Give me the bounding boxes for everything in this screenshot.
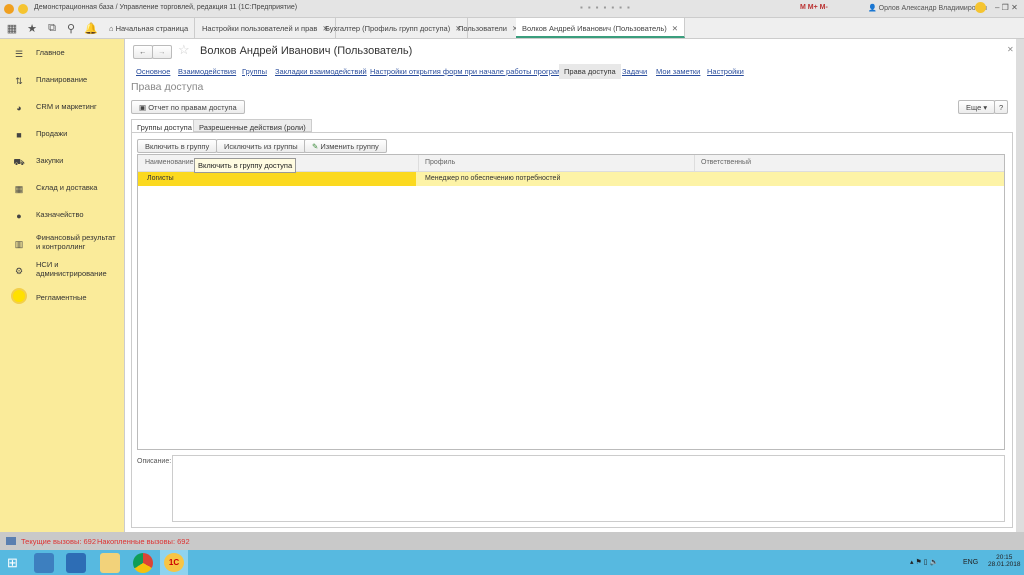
warehouse-icon: ▦: [14, 184, 24, 194]
link-notes[interactable]: Мои заметки: [656, 67, 700, 76]
menu-icon: ☰: [14, 49, 24, 59]
tab-user-settings[interactable]: Настройки пользователей и прав ✕: [196, 18, 336, 38]
taskbar-1c-active[interactable]: 1С: [160, 550, 188, 575]
link-form-settings[interactable]: Настройки открытия форм при начале работ…: [370, 67, 573, 76]
tab-access-groups[interactable]: Группы доступа: [131, 119, 198, 133]
help-button[interactable]: ?: [994, 100, 1009, 114]
edit-group-button[interactable]: ✎ Изменить группу: [304, 139, 387, 153]
memory-buttons[interactable]: M M+ M-: [800, 4, 828, 11]
sun-icon: [11, 288, 27, 304]
sidebar-item-scheduled[interactable]: Регламентные: [0, 288, 125, 312]
gear-icon: ⚙: [14, 266, 24, 276]
sidebar-item-purchases[interactable]: ⛟ Закупки: [0, 155, 125, 175]
link-tasks[interactable]: Задачи: [622, 67, 647, 76]
table-row[interactable]: Логисты Менеджер по обеспечению потребно…: [138, 172, 1004, 186]
sidebar-item-main[interactable]: ☰ Главное: [0, 47, 125, 67]
language-indicator[interactable]: ENG: [963, 559, 978, 566]
accumulated-calls: Накопленные вызовы: 692: [97, 537, 190, 546]
tooltip: Включить в группу доступа: [194, 158, 297, 173]
tab-allowed-roles[interactable]: Разрешенные действия (роли): [193, 119, 312, 132]
close-icon: ✕: [671, 24, 679, 33]
info-icon[interactable]: [975, 2, 986, 13]
home-icon: ⌂: [109, 24, 114, 33]
sidebar-item-planning[interactable]: ⇅ Планирование: [0, 74, 125, 94]
link-bookmarks[interactable]: Закладки взаимодействий: [275, 67, 367, 76]
performance-icon[interactable]: [6, 537, 16, 545]
access-report-button[interactable]: ▣ Отчет по правам доступа: [131, 100, 245, 114]
chrome-icon[interactable]: [133, 553, 153, 573]
link-access-rights[interactable]: Права доступа: [559, 64, 621, 79]
1c-icon: 1С: [164, 553, 184, 572]
taskbar: ⊞ 1С ▴ ⚑ ▯ 🔈 ENG 20:15 28.01.2018: [0, 550, 1024, 575]
toolbar-icons[interactable]: ▪▪▪▪▪▪▪: [580, 3, 635, 12]
sidebar-item-crm[interactable]: ◕ CRM и маркетинг: [0, 101, 125, 121]
report-icon: ▣: [139, 103, 147, 112]
tray-icons[interactable]: ▴ ⚑ ▯ 🔈: [910, 558, 938, 566]
search-icon[interactable]: ⚲: [63, 22, 79, 35]
column-header-profile[interactable]: Профиль: [425, 159, 455, 166]
bag-icon: ■: [16, 130, 22, 140]
sidebar-item-sales[interactable]: ■ Продажи: [0, 128, 125, 148]
sidebar-item-warehouse[interactable]: ▦ Склад и доставка: [0, 182, 125, 202]
column-header-responsible[interactable]: Ответственный: [701, 159, 751, 166]
status-bar: Текущие вызовы: 692 Накопленные вызовы: …: [0, 532, 1024, 550]
more-button[interactable]: Еще ▾: [958, 100, 996, 114]
title-bar: Демонстрационная база / Управление торго…: [0, 0, 1024, 18]
sidebar-item-treasury[interactable]: ● Казначейство: [0, 209, 125, 229]
tab-accountant-profile[interactable]: Бухгалтер (Профиль групп доступа) ✕: [319, 18, 469, 38]
file-explorer-icon[interactable]: [100, 553, 120, 573]
planning-icon: ⇅: [15, 76, 23, 86]
sidebar-item-finance[interactable]: ▥ Финансовый результат и контроллинг: [0, 233, 125, 253]
cell-name: Логисты: [147, 175, 174, 182]
powershell-icon[interactable]: [66, 553, 86, 573]
back-button[interactable]: ←: [133, 45, 153, 59]
current-user[interactable]: 👤 Орлов Александр Владимирович: [868, 4, 987, 12]
window-title: Демонстрационная база / Управление торго…: [34, 4, 298, 11]
include-in-group-button[interactable]: Включить в группу: [137, 139, 218, 153]
section-title: Права доступа: [131, 81, 204, 93]
windows-start-icon[interactable]: ⊞: [7, 556, 18, 569]
favorite-star-icon[interactable]: ☆: [178, 42, 190, 58]
cell-profile: Менеджер по обеспечению потребностей: [425, 175, 561, 182]
close-form-icon[interactable]: ✕: [1007, 45, 1014, 54]
bell-icon[interactable]: 🔔: [83, 22, 99, 35]
description-label: Описание:: [137, 458, 172, 465]
forward-button[interactable]: →: [152, 45, 172, 59]
link-settings[interactable]: Настройки: [707, 67, 744, 76]
cart-icon: ⛟: [13, 157, 25, 167]
sidebar-item-admin[interactable]: ⚙ НСИ и администрирование: [0, 260, 125, 280]
history-icon[interactable]: ⧉: [44, 22, 60, 35]
pie-chart-icon: ◕: [16, 103, 22, 113]
link-main[interactable]: Основное: [136, 67, 170, 76]
tab-volkov-user[interactable]: Волков Андрей Иванович (Пользователь) ✕: [516, 18, 686, 38]
coin-icon: ●: [16, 211, 22, 221]
server-manager-icon[interactable]: [34, 553, 54, 573]
exclude-from-group-button[interactable]: Исключить из группы: [216, 139, 306, 153]
scrollbar[interactable]: [1016, 39, 1024, 532]
column-header-name[interactable]: Наименование: [145, 159, 194, 166]
apps-grid-icon[interactable]: ▦: [4, 22, 20, 35]
tab-home[interactable]: ⌂ Начальная страница: [103, 18, 196, 38]
clock[interactable]: 20:15 28.01.2018: [988, 554, 1021, 568]
favorites-star-icon[interactable]: ★: [24, 22, 40, 35]
current-calls: Текущие вызовы: 692: [21, 537, 97, 546]
tab-users[interactable]: Пользователи✕: [452, 18, 526, 38]
window-controls[interactable]: – ❐ ✕: [995, 3, 1018, 12]
description-field[interactable]: [172, 455, 1005, 522]
main-menu-icon[interactable]: [18, 4, 28, 14]
bar-chart-icon: ▥: [14, 239, 24, 249]
sidebar: ☰ Главное ⇅ Планирование ◕ CRM и маркетинг …: [0, 39, 125, 532]
link-interactions[interactable]: Взаимодействия: [178, 67, 236, 76]
pencil-icon: ✎: [312, 142, 319, 151]
tab-bar: ▦ ★ ⧉ ⚲ 🔔 ⌂ Начальная страница Настройки…: [0, 18, 1024, 39]
link-groups[interactable]: Группы: [242, 67, 267, 76]
app-logo-icon[interactable]: [4, 4, 14, 14]
access-groups-table: Наименование Профиль Ответственный Логис…: [137, 154, 1005, 450]
page-title: Волков Андрей Иванович (Пользователь): [200, 45, 413, 57]
